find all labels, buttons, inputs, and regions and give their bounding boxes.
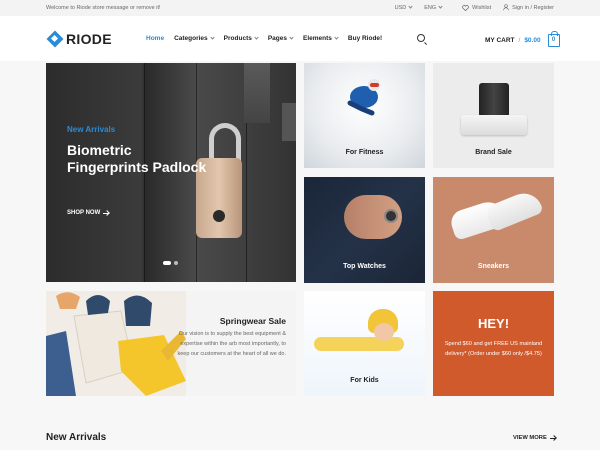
cart-separator: / <box>518 37 521 44</box>
baby-image <box>374 323 394 341</box>
fingerprint-sensor-icon <box>213 210 225 222</box>
logo[interactable]: RIODE <box>46 30 112 48</box>
delivery-promo-banner[interactable]: HEY! Spend $60 and get FREE US mainland … <box>433 291 554 396</box>
sneaker-image <box>484 187 544 233</box>
account-link[interactable]: Sign in / Register <box>503 4 554 11</box>
towel-image <box>314 337 404 351</box>
watch-image <box>384 209 398 223</box>
chevron-down-icon <box>334 35 339 40</box>
arrow-right-icon <box>549 437 556 439</box>
tile-label: Sneakers <box>477 263 510 270</box>
nav-categories[interactable]: Categories <box>174 35 215 42</box>
hero-eyebrow: New Arrivals <box>67 125 116 134</box>
nav-pages[interactable]: Pages <box>268 35 294 42</box>
cart-count: 0 <box>551 37 556 43</box>
promo-title: HEY! <box>477 316 510 331</box>
logo-text: RIODE <box>66 30 112 47</box>
door-latch-image <box>244 63 270 123</box>
nav-buy-riode[interactable]: Buy Riode! <box>348 35 382 42</box>
nav-products[interactable]: Products <box>224 35 259 42</box>
slider-dot[interactable] <box>174 261 178 265</box>
camera-lens-image <box>479 83 509 117</box>
shopping-bag-icon: 0 <box>547 31 560 47</box>
topbar: Welcome to Riode store message or remove… <box>0 0 600 16</box>
tile-label: For Fitness <box>345 149 384 156</box>
cart-label: MY CART <box>485 37 515 44</box>
cart-button[interactable]: MY CART / $0.00 0 <box>485 31 560 47</box>
camera-image <box>461 115 527 135</box>
view-more-link[interactable]: VIEW MORE <box>513 435 556 441</box>
chevron-down-icon <box>210 35 215 40</box>
shop-now-button[interactable]: SHOP NOW <box>67 210 110 216</box>
welcome-message: Welcome to Riode store message or remove… <box>46 5 161 11</box>
chevron-down-icon <box>289 35 294 40</box>
chevron-down-icon <box>408 4 413 9</box>
hero-banner[interactable]: New Arrivals Biometric Fingerprints Padl… <box>46 63 296 282</box>
category-top-watches[interactable]: Top Watches <box>304 177 425 283</box>
springwear-description: Our vision is to supply the best equipme… <box>177 331 286 357</box>
category-brand-sale[interactable]: Brand Sale <box>433 63 554 168</box>
user-icon <box>503 4 509 11</box>
tile-label: Brand Sale <box>475 149 512 156</box>
category-sneakers[interactable]: Sneakers <box>433 177 554 283</box>
clothes-image <box>46 291 186 396</box>
currency-dropdown[interactable]: USD <box>395 4 413 11</box>
main-header: RIODE Home Categories Products Pages Ele… <box>0 16 600 61</box>
chevron-down-icon <box>438 4 443 9</box>
slider-dots <box>163 261 178 265</box>
slider-dot-active[interactable] <box>163 261 171 265</box>
padlock-shackle-image <box>209 123 241 163</box>
chevron-down-icon <box>254 35 259 40</box>
nav-elements[interactable]: Elements <box>303 35 339 42</box>
language-dropdown[interactable]: ENG <box>424 4 443 11</box>
topbar-actions: USD ENG Wishlist Sign in / Register <box>395 4 554 11</box>
tile-label: Top Watches <box>343 263 386 270</box>
tile-label: For Kids <box>350 377 379 384</box>
cart-amount: $0.00 <box>524 37 541 44</box>
springwear-banner[interactable]: Springwear Sale Our vision is to supply … <box>46 291 296 396</box>
category-kids[interactable]: For Kids <box>304 291 425 396</box>
hero-title: Biometric Fingerprints Padlock <box>67 142 207 175</box>
wishlist-link[interactable]: Wishlist <box>462 5 491 11</box>
springwear-title: Springwear Sale <box>219 316 286 326</box>
heart-icon <box>462 4 469 11</box>
promo-text: Spend $60 and get FREE US mainland deliv… <box>444 341 543 357</box>
nav-home[interactable]: Home <box>146 35 164 42</box>
section-title: New Arrivals <box>46 432 107 443</box>
skier-image <box>347 79 380 116</box>
main-nav: Home Categories Products Pages Elements … <box>146 35 382 42</box>
logo-icon <box>46 30 64 48</box>
search-icon[interactable] <box>417 34 425 42</box>
arrow-right-icon <box>103 212 110 214</box>
category-fitness[interactable]: For Fitness <box>304 63 425 168</box>
